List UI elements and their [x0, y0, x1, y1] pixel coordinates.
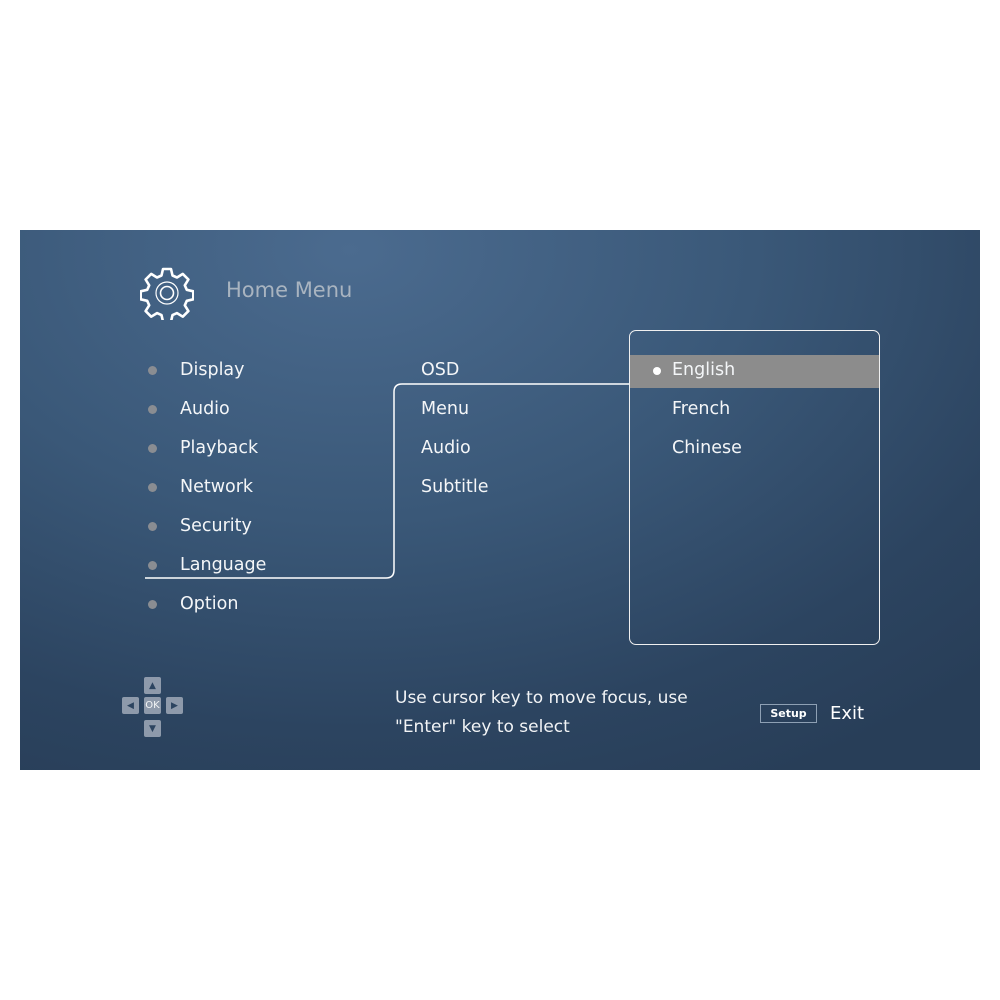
option-chinese[interactable]: Chinese — [672, 438, 742, 458]
main-menu-item-language[interactable]: Language — [180, 555, 266, 575]
bullet-icon — [148, 522, 157, 531]
main-menu-item-display[interactable]: Display — [180, 360, 245, 380]
exit-button[interactable]: Exit — [830, 703, 864, 724]
arrow-left-icon: ◀ — [122, 697, 139, 714]
arrow-up-icon: ▲ — [144, 677, 161, 694]
selected-bullet-icon — [653, 367, 661, 375]
help-hint: Use cursor key to move focus, use "Enter… — [395, 684, 688, 742]
setup-key-badge: Setup — [760, 704, 817, 723]
bullet-icon — [148, 483, 157, 492]
bullet-icon — [148, 405, 157, 414]
main-menu-item-audio[interactable]: Audio — [180, 399, 230, 419]
home-menu-screen: Home Menu Display Audio Playback Network… — [20, 230, 980, 770]
bullet-icon — [148, 561, 157, 570]
option-french[interactable]: French — [672, 399, 730, 419]
arrow-down-icon: ▼ — [144, 720, 161, 737]
bullet-icon — [148, 366, 157, 375]
ok-key-icon: OK — [144, 697, 161, 714]
hint-line-1: Use cursor key to move focus, use — [395, 688, 688, 708]
main-menu-item-option[interactable]: Option — [180, 594, 238, 614]
sub-menu-item-subtitle[interactable]: Subtitle — [421, 477, 489, 497]
main-menu-item-security[interactable]: Security — [180, 516, 252, 536]
option-english[interactable]: English — [672, 360, 735, 380]
sub-menu-item-audio[interactable]: Audio — [421, 438, 471, 458]
main-menu-item-playback[interactable]: Playback — [180, 438, 258, 458]
main-menu-item-network[interactable]: Network — [180, 477, 253, 497]
sub-menu-item-menu[interactable]: Menu — [421, 399, 469, 419]
bullet-icon — [148, 444, 157, 453]
bullet-icon — [148, 600, 157, 609]
arrow-right-icon: ▶ — [166, 697, 183, 714]
selected-option-highlight — [630, 355, 879, 388]
hint-line-2: "Enter" key to select — [395, 717, 570, 737]
sub-menu-item-osd[interactable]: OSD — [421, 360, 459, 380]
